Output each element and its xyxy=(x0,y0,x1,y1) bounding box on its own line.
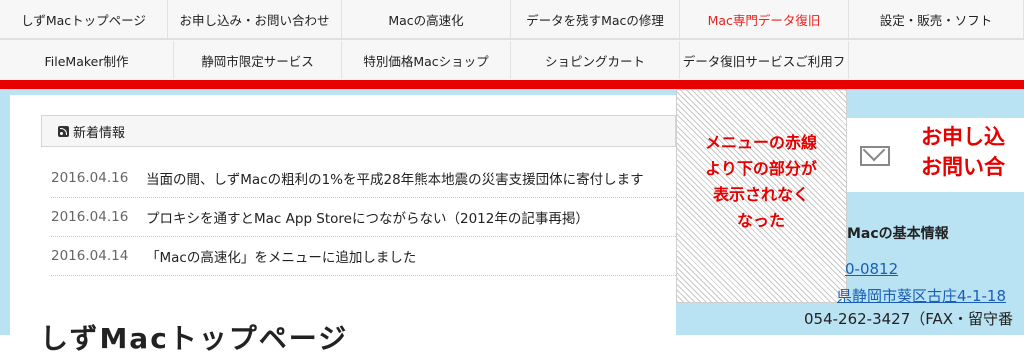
contact-banner[interactable]: お申し込 お問い合 xyxy=(847,118,1024,192)
nav-item-shopping-cart[interactable]: ショピングカート xyxy=(511,41,680,79)
news-date: 2016.04.14 xyxy=(51,248,129,264)
news-link[interactable]: 当面の間、しずMacの粗利の1%を平成28年熊本地震の災害支援団体に寄付します xyxy=(146,168,644,188)
nav-item-repair[interactable]: データを残すMacの修理 xyxy=(511,0,680,38)
annotation-line: 表示されなく xyxy=(712,185,809,204)
top-navigation: しずMacトップページ お申し込み・お問い合わせ Macの高速化 データを残すM… xyxy=(0,0,1024,82)
page-heading: しずMacトップページ xyxy=(40,322,349,355)
contact-line-1: お申し込 xyxy=(921,125,1005,149)
nav-divider xyxy=(0,38,1024,40)
nav-item-shizuoka-service[interactable]: 静岡市限定サービス xyxy=(174,41,342,79)
news-link[interactable]: プロキシを通すとMac App Storeにつながらない（2012年の記事再掲） xyxy=(146,207,589,227)
contact-line-2: お問い合 xyxy=(921,155,1005,179)
annotation-line: なった xyxy=(736,211,785,230)
news-date: 2016.04.16 xyxy=(51,170,129,186)
nav-item-speedup[interactable]: Macの高速化 xyxy=(342,0,511,38)
nav-item-mac-shop[interactable]: 特別価格Macショップ xyxy=(342,41,511,79)
news-link[interactable]: 「Macの高速化」をメニューに追加しました xyxy=(146,246,416,266)
basic-info-title: Macの基本情報 xyxy=(847,226,949,242)
nav-item-data-recovery[interactable]: Mac専門データ復旧 xyxy=(680,0,849,38)
contact-label: お申し込 お問い合 xyxy=(921,122,1005,182)
rss-icon[interactable] xyxy=(58,125,69,137)
nav-item-recovery-guide[interactable]: データ復旧サービスご利用フ xyxy=(680,41,849,79)
main-content: 新着情報 2016.04.16 当面の間、しずMacの粗利の1%を平成28年熊本… xyxy=(10,95,676,355)
nav-item-settings-sales[interactable]: 設定・販売・ソフト xyxy=(849,0,1024,38)
zip-link[interactable]: 0-0812 xyxy=(845,260,898,278)
nav-row-2: FileMaker制作 静岡市限定サービス 特別価格Macショップ ショピングカ… xyxy=(0,41,1024,79)
news-item[interactable]: 2016.04.16 当面の間、しずMacの粗利の1%を平成28年熊本地震の災害… xyxy=(51,159,676,198)
annotation-line: より下の部分が xyxy=(705,159,817,178)
address-link[interactable]: 県静岡市葵区古庄4-1-18 xyxy=(837,285,1006,306)
mail-icon xyxy=(860,146,890,166)
news-item[interactable]: 2016.04.16 プロキシを通すとMac App Storeにつながらない（… xyxy=(51,198,676,237)
nav-item-contact[interactable]: お申し込み・お問い合わせ xyxy=(168,0,342,38)
news-date: 2016.04.16 xyxy=(51,209,129,225)
nav-item-top-page[interactable]: しずMacトップページ xyxy=(0,0,168,38)
nav-item-filemaker[interactable]: FileMaker制作 xyxy=(0,41,174,79)
nav-row-1: しずMacトップページ お申し込み・お問い合わせ Macの高速化 データを残すM… xyxy=(0,0,1024,38)
news-header: 新着情報 xyxy=(41,115,676,147)
news-list: 2016.04.16 当面の間、しずMacの粗利の1%を平成28年熊本地震の災害… xyxy=(51,159,676,276)
news-title: 新着情報 xyxy=(73,125,126,141)
news-item[interactable]: 2016.04.14 「Macの高速化」をメニューに追加しました xyxy=(51,237,676,276)
annotation-line: メニューの赤線 xyxy=(704,133,817,152)
phone-number: 054-262-3427（FAX・留守番 xyxy=(804,310,1014,328)
menu-red-line xyxy=(0,80,1024,89)
annotation-note: メニューの赤線 より下の部分が 表示されなく なった xyxy=(686,130,836,234)
